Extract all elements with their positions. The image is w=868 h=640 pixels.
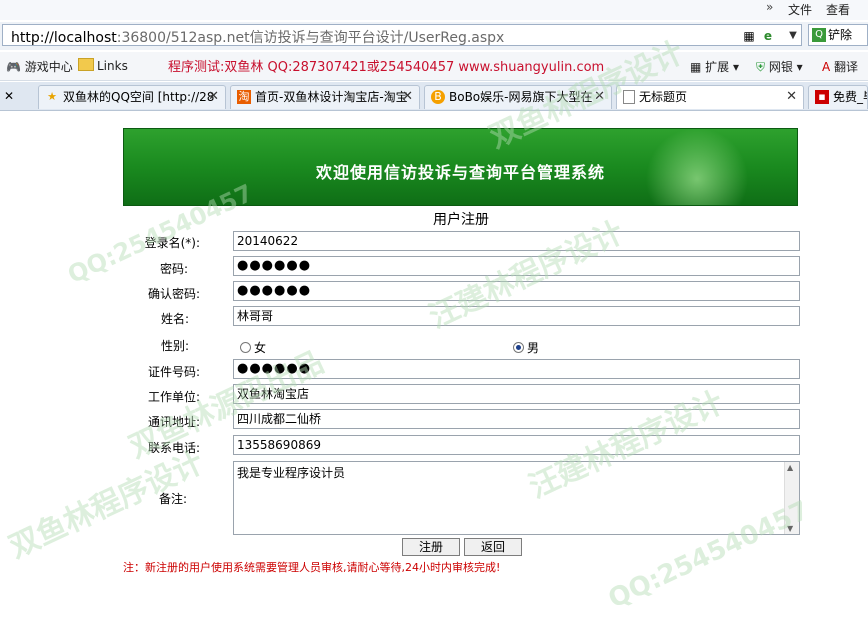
- shield-icon: ⛨: [756, 60, 766, 74]
- page-content: 欢迎使用信访投诉与查询平台管理系统 用户注册 登录名(*): 20140622 …: [0, 111, 868, 640]
- url-input[interactable]: http://localhost:36800/512asp.net信访投诉与查询…: [2, 24, 802, 46]
- confirm-password-input[interactable]: ●●●●●●: [233, 281, 800, 301]
- fav-links-label: Links: [97, 59, 128, 73]
- scroll-up-icon[interactable]: ▲: [787, 463, 793, 472]
- banner: 欢迎使用信访投诉与查询平台管理系统: [123, 128, 798, 206]
- close-icon[interactable]: ✕: [4, 89, 14, 103]
- radio-checked-icon: [513, 342, 524, 353]
- ext-label: 扩展: [705, 60, 730, 74]
- url-host: http://localhost: [11, 30, 117, 46]
- address-input[interactable]: 四川成都二仙桥: [233, 409, 800, 429]
- close-icon[interactable]: ✕: [208, 89, 219, 104]
- back-button[interactable]: 返回: [464, 538, 522, 556]
- tab-untitled[interactable]: 无标题页 ✕: [616, 85, 804, 109]
- menu-bar: » 文件 查看: [0, 0, 868, 20]
- favorites-bar: 🎮 游戏中心 Links 程序测试:双鱼林 QQ:287307421或25454…: [0, 52, 868, 81]
- fav-game-center-label: 游戏中心: [24, 60, 73, 74]
- fav-links[interactable]: Links: [78, 58, 128, 73]
- name-input[interactable]: 林哥哥: [233, 306, 800, 326]
- tab-label: 双鱼林的QQ空间 [http://28: [63, 90, 215, 104]
- password-label: 密码:: [159, 262, 188, 276]
- folder-icon: [78, 58, 94, 71]
- fav-game-center[interactable]: 🎮 游戏中心: [6, 58, 73, 75]
- bank-label: 网银: [768, 60, 793, 74]
- taobao-icon: 淘: [237, 90, 251, 104]
- tab-bobo[interactable]: B BoBo娱乐-网易旗下大型在 ✕: [424, 85, 612, 109]
- chevron-right-icon[interactable]: »: [766, 0, 773, 14]
- ext-button[interactable]: ▦ 扩展 ▾: [690, 58, 739, 75]
- search-engine-icon[interactable]: Q: [812, 28, 826, 42]
- remark-textarea[interactable]: 我是专业程序设计员 ▲ ▼: [233, 461, 800, 535]
- form-title: 用户注册: [433, 212, 489, 228]
- name-label: 姓名:: [160, 312, 189, 326]
- remark-text: 我是专业程序设计员: [237, 466, 346, 480]
- gender-male-label: 男: [527, 341, 540, 355]
- radio-icon: [240, 342, 251, 353]
- password-input[interactable]: ●●●●●●: [233, 256, 800, 276]
- tab-label: BoBo娱乐-网易旗下大型在: [449, 90, 593, 104]
- submit-button[interactable]: 注册: [402, 538, 460, 556]
- scroll-down-icon[interactable]: ▼: [787, 524, 793, 533]
- idcard-input[interactable]: ●●●●●●: [233, 359, 800, 379]
- tab-label: 免费_毕: [833, 90, 867, 104]
- banner-title: 欢迎使用信访投诉与查询平台管理系统: [315, 163, 605, 182]
- login-input[interactable]: 20140622: [233, 231, 800, 251]
- company-input[interactable]: 双鱼林淘宝店: [233, 384, 800, 404]
- search-box[interactable]: Q 铲除: [808, 24, 868, 46]
- translate-label: 翻译: [834, 60, 859, 74]
- tab-qq-space[interactable]: ★ 双鱼林的QQ空间 [http://28 ✕: [38, 85, 226, 109]
- address-bar: http://localhost:36800/512asp.net信访投诉与查询…: [0, 22, 868, 50]
- company-label: 工作单位:: [147, 390, 200, 404]
- close-icon[interactable]: ✕: [594, 89, 605, 104]
- url-path: :36800/512asp.net信访投诉与查询平台设计/UserReg.asp…: [116, 30, 505, 46]
- page-icon: [623, 90, 635, 104]
- menu-view[interactable]: 查看: [826, 1, 850, 18]
- close-icon[interactable]: ✕: [786, 89, 797, 104]
- remark-label: 备注:: [158, 492, 187, 506]
- star-icon: ★: [47, 90, 57, 103]
- gender-female-radio[interactable]: 女: [240, 339, 266, 356]
- gender-label: 性别:: [160, 339, 189, 353]
- translate-button[interactable]: A 翻译: [822, 58, 858, 75]
- chevron-down-icon[interactable]: ▼: [785, 28, 801, 44]
- address-label: 通讯地址:: [147, 415, 200, 429]
- bank-button[interactable]: ⛨ 网银 ▾: [756, 58, 803, 75]
- puzzle-icon: ▦: [690, 60, 702, 74]
- phone-input[interactable]: 13558690869: [233, 435, 800, 455]
- gender-female-label: 女: [254, 341, 267, 355]
- ie-icon: e: [763, 29, 773, 43]
- remark-scrollbar[interactable]: ▲ ▼: [784, 462, 799, 534]
- tab-free[interactable]: ▪ 免费_毕: [808, 85, 868, 109]
- tab-label: 无标题页: [639, 90, 688, 104]
- gender-male-radio[interactable]: 男: [513, 339, 539, 356]
- tab-label: 首页-双鱼林设计淘宝店-淘宝: [255, 90, 408, 104]
- compat-icon[interactable]: ▦: [741, 28, 757, 44]
- gift-icon: ▪: [815, 90, 829, 104]
- login-label: 登录名(*):: [144, 236, 200, 250]
- translate-icon: A: [822, 60, 831, 74]
- menu-file[interactable]: 文件: [788, 1, 812, 18]
- bobo-icon: B: [431, 90, 445, 104]
- phone-label: 联系电话:: [147, 441, 200, 455]
- tab-taobao[interactable]: 淘首页-双鱼林设计淘宝店-淘宝 ✕: [230, 85, 420, 109]
- confirm-label: 确认密码:: [147, 287, 200, 301]
- close-icon[interactable]: ✕: [402, 89, 413, 104]
- page-notice: 程序测试:双鱼林 QQ:287307421或254540457 www.shua…: [168, 60, 605, 75]
- search-text: 铲除: [828, 28, 853, 42]
- gamepad-icon: 🎮: [6, 60, 21, 74]
- idcard-label: 证件号码:: [147, 365, 200, 379]
- tab-bar: ✕ ★ 双鱼林的QQ空间 [http://28 ✕ 淘首页-双鱼林设计淘宝店-淘宝…: [0, 82, 868, 111]
- registration-note: 注：新注册的用户使用系统需要管理人员审核,请耐心等待,24小时内审核完成!: [123, 561, 501, 574]
